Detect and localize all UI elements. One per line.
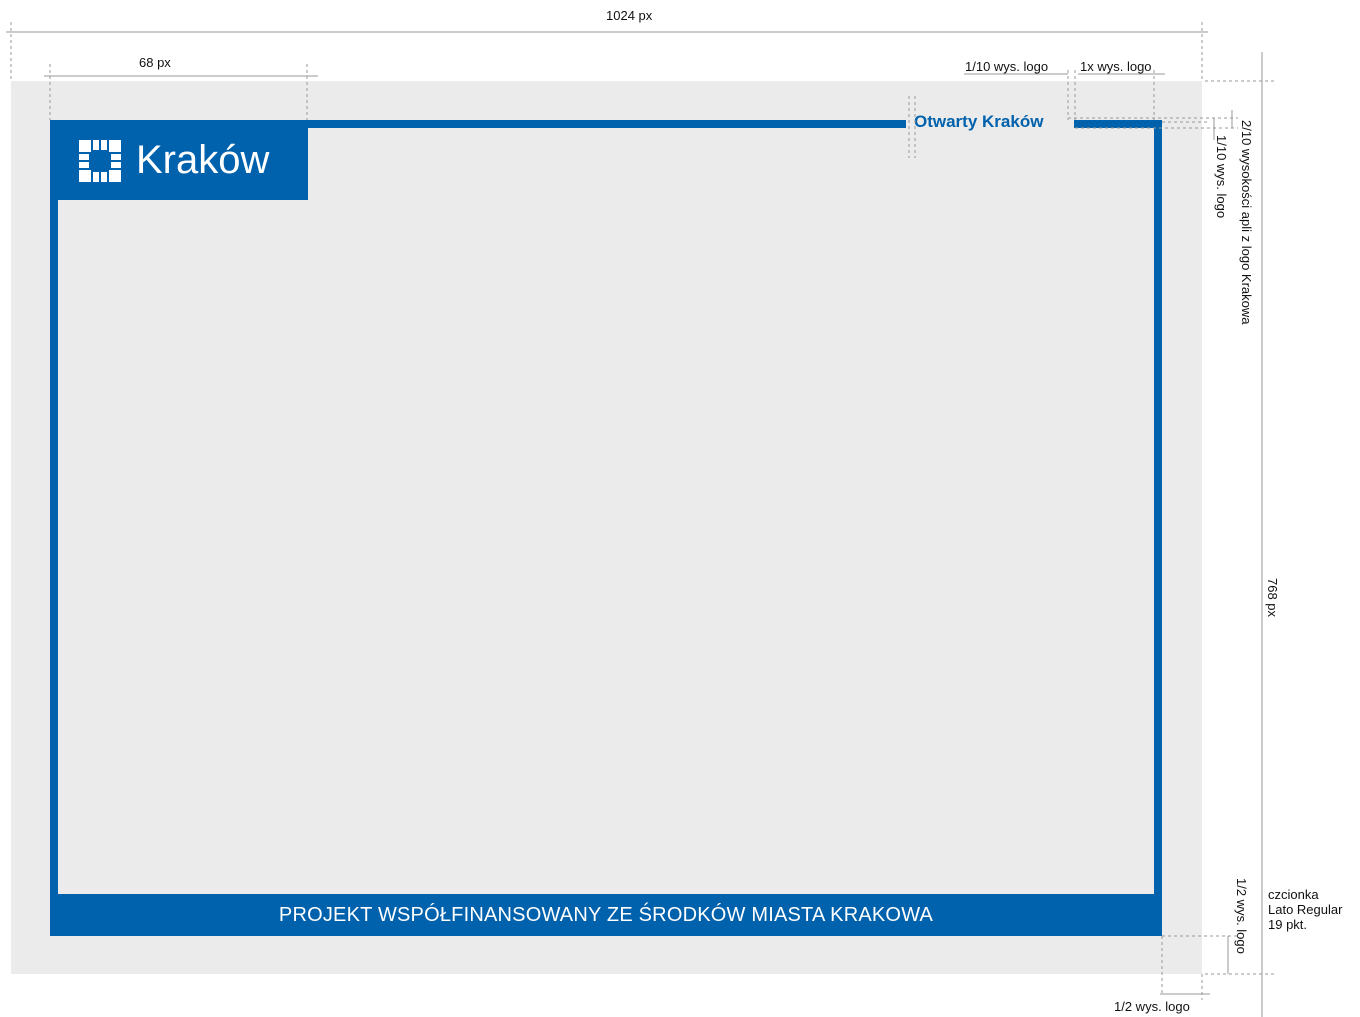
tenth-logo-height-label: 1/10 wys. logo (965, 59, 1049, 74)
half-logo-height-vertical-label: 1/2 wys. logo (1234, 878, 1249, 954)
width-dimension-label: 1024 px (606, 8, 653, 23)
tenth-logo-height-vertical-label: 1/10 wys. logo (1214, 135, 1229, 219)
font-note-line3: 19 pkt. (1268, 917, 1308, 932)
two-tenths-band-label: 2/10 wysokości apli z logo Krakowa (1239, 120, 1254, 325)
logo-width-dimension-label: 68 px (139, 55, 171, 70)
half-logo-height-label: 1/2 wys. logo (1114, 999, 1190, 1014)
font-note-line2: Lato Regular (1268, 902, 1343, 917)
dimension-guides (6, 22, 1275, 1017)
height-dimension-label: 768 px (1265, 578, 1280, 618)
font-note-line1: czcionka (1268, 887, 1319, 902)
one-logo-height-label: 1x wys. logo (1080, 59, 1152, 74)
